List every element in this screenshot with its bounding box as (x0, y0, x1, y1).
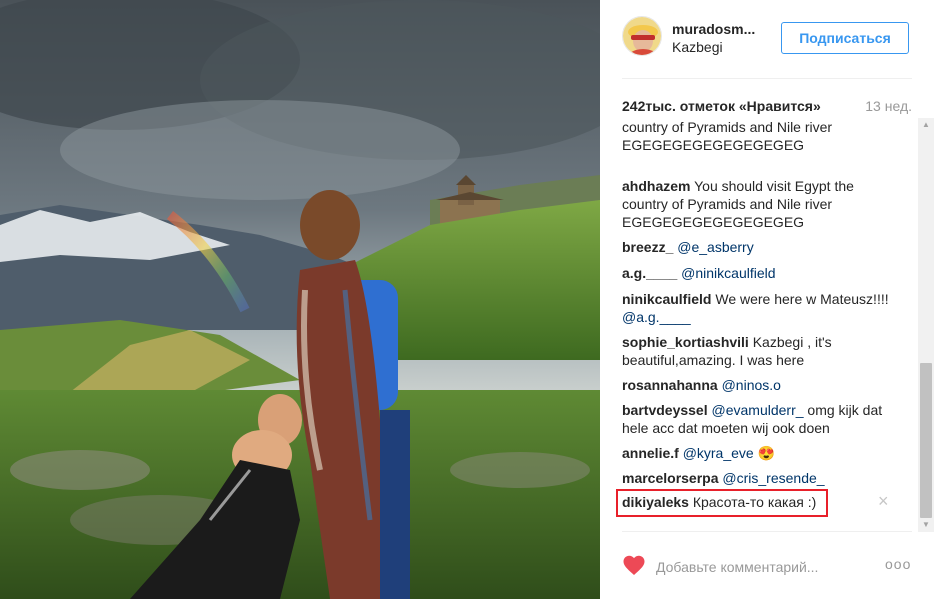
heart-icon[interactable] (622, 554, 646, 576)
likes-count[interactable]: 242тыс. отметок «Нравится» (622, 98, 821, 114)
comment-mention[interactable]: @ninikcaulfield (681, 265, 775, 281)
author-username[interactable]: muradosm... (672, 21, 770, 37)
comment-mention[interactable]: @kyra_eve (683, 445, 754, 461)
comment-mention[interactable]: @evamulderr_ (712, 402, 804, 418)
comment-text: We were here w Mateusz!!!! (715, 291, 889, 307)
post-location[interactable]: Kazbegi (672, 39, 723, 55)
post-photo[interactable] (0, 0, 600, 599)
comment-item: a.g.____ @ninikcaulfield (622, 264, 894, 282)
comments-list[interactable]: country of Pyramids and Nile river EGEGE… (622, 122, 912, 524)
avatar-image (623, 17, 661, 55)
follow-button[interactable]: Подписаться (781, 22, 909, 54)
comment-mention[interactable]: @ninos.o (722, 377, 781, 393)
comment-item: breezz_ @e_asberry (622, 238, 894, 256)
comment-text: country of Pyramids and Nile river EGEGE… (622, 122, 833, 153)
more-options-icon[interactable]: ooo (885, 556, 911, 572)
likes-row: 242тыс. отметок «Нравится» 13 нед. (622, 98, 912, 116)
comment-item: bartvdeyssel @evamulderr_ omg kijk dat h… (622, 401, 894, 437)
delete-comment-icon[interactable]: × (878, 491, 889, 512)
comment-item: sophie_kortiashvili Kazbegi , it's beaut… (622, 333, 894, 369)
comment-username[interactable]: a.g.____ (622, 265, 677, 281)
scroll-down-arrow-icon[interactable]: ▼ (918, 520, 934, 530)
comment-username[interactable]: ninikcaulfield (622, 291, 711, 307)
comment-username[interactable]: annelie.f (622, 445, 679, 461)
comment-item: marcelorserpa @cris_resende_ (622, 469, 894, 487)
comment-username[interactable]: marcelorserpa (622, 470, 719, 486)
comment-item: ahdhazem You should visit Egypt the coun… (622, 177, 894, 231)
comment-username[interactable]: breezz_ (622, 239, 673, 255)
avatar[interactable] (622, 16, 662, 56)
highlight-box (616, 489, 828, 517)
scroll-thumb[interactable] (920, 363, 932, 518)
comment-footer: ooo (600, 532, 934, 599)
post-header: muradosm... Kazbegi Подписаться (600, 0, 934, 78)
comment-username[interactable]: sophie_kortiashvili (622, 334, 749, 350)
comment-item: country of Pyramids and Nile river EGEGE… (622, 122, 894, 154)
comment-mention[interactable]: @e_asberry (677, 239, 753, 255)
divider (622, 78, 912, 79)
comment-input[interactable] (656, 556, 876, 578)
comment-mention[interactable]: @a.g.____ (622, 309, 691, 325)
comment-username[interactable]: rosannahanna (622, 377, 718, 393)
post-time[interactable]: 13 нед. (865, 98, 912, 114)
comment-item: ninikcaulfield We were here w Mateusz!!!… (622, 290, 894, 326)
emoji: 😍 (757, 445, 776, 461)
comment-item: rosannahanna @ninos.o (622, 376, 894, 394)
comment-mention[interactable]: @cris_resende_ (722, 470, 824, 486)
comments-scrollbar[interactable]: ▲ ▼ (918, 118, 934, 532)
comment-item: annelie.f @kyra_eve 😍 (622, 444, 894, 462)
scroll-up-arrow-icon[interactable]: ▲ (918, 120, 934, 130)
comment-username[interactable]: bartvdeyssel (622, 402, 708, 418)
photo-scene (0, 0, 600, 599)
comment-username[interactable]: ahdhazem (622, 178, 690, 194)
